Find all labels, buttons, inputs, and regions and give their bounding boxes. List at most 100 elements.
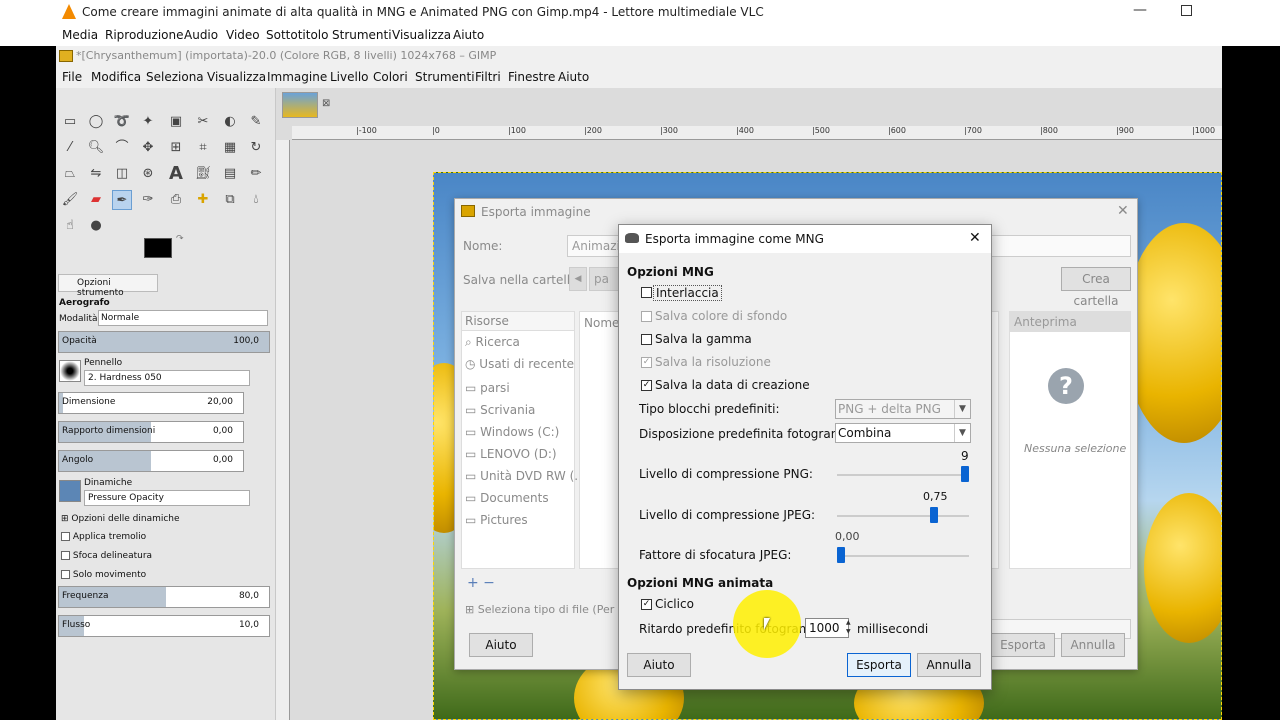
motion-only-checkbox[interactable]: Solo movimento <box>61 570 146 580</box>
save-creation-date-checkbox[interactable]: ✓ <box>641 380 652 391</box>
place-drive-c[interactable]: ▭ Windows (C:) <box>465 425 559 439</box>
mng-cancel-button[interactable]: Annulla <box>917 653 981 677</box>
place-pictures[interactable]: ▭ Pictures <box>465 513 528 527</box>
mng-export-button[interactable]: Esporta <box>847 653 911 677</box>
export-help-button[interactable]: Aiuto <box>469 633 533 657</box>
place-home[interactable]: ▭ parsi <box>465 381 510 395</box>
aspect-ratio-slider[interactable]: Rapporto dimensioni 0,00 <box>58 421 244 443</box>
png-compression-slider[interactable] <box>961 466 969 482</box>
vlc-menu-video[interactable]: Video <box>226 28 260 42</box>
vlc-menu-riproduzione[interactable]: Riproduzione <box>105 28 184 42</box>
perspective-icon[interactable]: ⏢ <box>60 164 80 184</box>
pencil-icon[interactable]: ✏ <box>246 164 266 184</box>
save-creation-date-label[interactable]: Salva la data di creazione <box>655 378 810 392</box>
gimp-menu-filtri[interactable]: Filtri <box>475 70 501 84</box>
perspective-clone-icon[interactable]: ⧉ <box>220 190 240 210</box>
dynamics-options-expander[interactable]: ⊞ Opzioni delle dinamiche <box>61 514 180 524</box>
mng-close-button[interactable]: ✕ <box>969 230 981 246</box>
flow-slider[interactable]: Flusso 10,0 <box>58 615 270 637</box>
gimp-menu-immagine[interactable]: Immagine <box>267 70 327 84</box>
cage-icon[interactable]: ◫ <box>112 164 132 184</box>
lasso-icon[interactable]: ➰ <box>112 112 132 132</box>
ink-icon[interactable]: ✑ <box>138 190 158 210</box>
gimp-menu-modifica[interactable]: Modifica <box>91 70 141 84</box>
flip-icon[interactable]: ⇋ <box>86 164 106 184</box>
smooth-stroke-checkbox[interactable]: Sfoca delineatura <box>61 551 152 561</box>
gimp-menu-livello[interactable]: Livello <box>330 70 369 84</box>
measure-icon[interactable]: ⌒ <box>112 138 132 158</box>
smudge-icon[interactable]: ☝ <box>60 216 80 236</box>
place-documents[interactable]: ▭ Documents <box>465 491 549 505</box>
gimp-menu-strumenti[interactable]: Strumenti <box>415 70 475 84</box>
dynamics-icon[interactable] <box>59 480 81 502</box>
rotate-icon[interactable]: ↻ <box>246 138 266 158</box>
mode-select[interactable]: Normale <box>98 310 268 326</box>
rect-select-icon[interactable]: ▭ <box>60 112 80 132</box>
gimp-menu-finestre[interactable]: Finestre <box>508 70 555 84</box>
brush-preview[interactable] <box>59 360 81 382</box>
vlc-menu-visualizza[interactable]: Visualizza <box>392 28 451 42</box>
add-bookmark-button[interactable]: + − <box>467 575 495 591</box>
apply-jitter-checkbox[interactable]: Applica tremolio <box>61 532 146 542</box>
place-desktop[interactable]: ▭ Scrivania <box>465 403 535 417</box>
place-recent[interactable]: ◷ Usati di recente <box>465 357 574 371</box>
dodge-burn-icon[interactable]: ● <box>86 216 106 236</box>
tool-options-tab[interactable]: Opzioni strumento <box>58 274 158 298</box>
gimp-menu-visualizza[interactable]: Visualizza <box>207 70 266 84</box>
mng-help-button[interactable]: Aiuto <box>627 653 691 677</box>
minimize-button[interactable]: — <box>1133 2 1147 18</box>
gimp-menu-colori[interactable]: Colori <box>373 70 408 84</box>
text-icon[interactable]: A <box>166 164 186 184</box>
unified-transform-icon[interactable]: ▦ <box>220 138 240 158</box>
fuzzy-select-icon[interactable]: ✦ <box>138 112 158 132</box>
paintbrush-icon[interactable]: 🖌︎ <box>60 190 80 210</box>
blur-icon[interactable]: 💧︎ <box>246 190 266 210</box>
opacity-slider[interactable]: Opacità 100,0 <box>58 331 270 353</box>
zoom-icon[interactable]: 🔍︎ <box>86 138 106 158</box>
vlc-menu-strumenti[interactable]: Strumenti <box>332 28 392 42</box>
gimp-menu-seleziona[interactable]: Seleziona <box>146 70 204 84</box>
vlc-menu-aiuto[interactable]: Aiuto <box>453 28 484 42</box>
export-dialog-close[interactable]: ✕ <box>1117 203 1129 219</box>
vlc-menu-sottotitolo[interactable]: Sottotitolo <box>266 28 328 42</box>
rate-slider[interactable]: Frequenza 80,0 <box>58 586 270 608</box>
foreground-select-icon[interactable]: ◐ <box>220 112 240 132</box>
airbrush-icon[interactable]: ✒ <box>112 190 132 210</box>
create-folder-button[interactable]: Crea cartella <box>1061 267 1131 308</box>
frame-delay-input[interactable]: 1000 <box>805 618 849 638</box>
gradient-icon[interactable]: ▤ <box>220 164 240 184</box>
place-drive-d[interactable]: ▭ LENOVO (D:) <box>465 447 557 461</box>
clone-icon[interactable]: ⎙ <box>166 190 186 210</box>
brush-field[interactable]: 2. Hardness 050 <box>84 370 250 386</box>
gimp-menu-file[interactable]: File <box>62 70 82 84</box>
close-tab-icon[interactable]: ⊠ <box>322 98 330 109</box>
bucket-fill-icon[interactable]: ⛽︎ <box>193 164 213 184</box>
scissors-icon[interactable]: ✂ <box>193 112 213 132</box>
crop-icon[interactable]: ⌗ <box>193 138 213 158</box>
ellipse-select-icon[interactable]: ◯ <box>86 112 106 132</box>
frame-delay-spinner[interactable]: ▲ ▼ <box>846 618 854 638</box>
image-tab-thumbnail[interactable] <box>282 92 318 118</box>
paths-icon[interactable]: ✎ <box>246 112 266 132</box>
move-icon[interactable]: ✥ <box>138 138 158 158</box>
frame-disposal-select[interactable]: Combina ▼ <box>835 423 971 443</box>
path-folder-button[interactable]: pa <box>589 267 619 291</box>
loop-checkbox[interactable]: ✓ <box>641 599 652 610</box>
place-dvd[interactable]: ▭ Unità DVD RW (... <box>465 469 586 483</box>
eraser-icon[interactable]: ▰ <box>86 190 106 210</box>
vlc-menu-media[interactable]: Media <box>62 28 98 42</box>
save-gamma-checkbox[interactable] <box>641 334 652 345</box>
size-slider[interactable]: Dimensione 20,00 <box>58 392 244 414</box>
color-picker-icon[interactable]: ⁄ <box>60 138 80 158</box>
interlace-label[interactable]: Interlaccia <box>653 285 722 301</box>
file-type-expander[interactable]: ⊞ Seleziona tipo di file (Per es <box>465 603 630 616</box>
color-select-icon[interactable]: ▣ <box>166 112 186 132</box>
heal-icon[interactable]: ✚ <box>193 190 213 210</box>
foreground-color-swatch[interactable] <box>144 238 172 258</box>
jpeg-compression-slider[interactable] <box>930 507 938 523</box>
interlace-checkbox[interactable] <box>641 287 652 298</box>
loop-label[interactable]: Ciclico <box>655 597 694 611</box>
export-export-button[interactable]: Esporta <box>991 633 1055 657</box>
maximize-button[interactable] <box>1181 5 1192 16</box>
export-cancel-button[interactable]: Annulla <box>1061 633 1125 657</box>
